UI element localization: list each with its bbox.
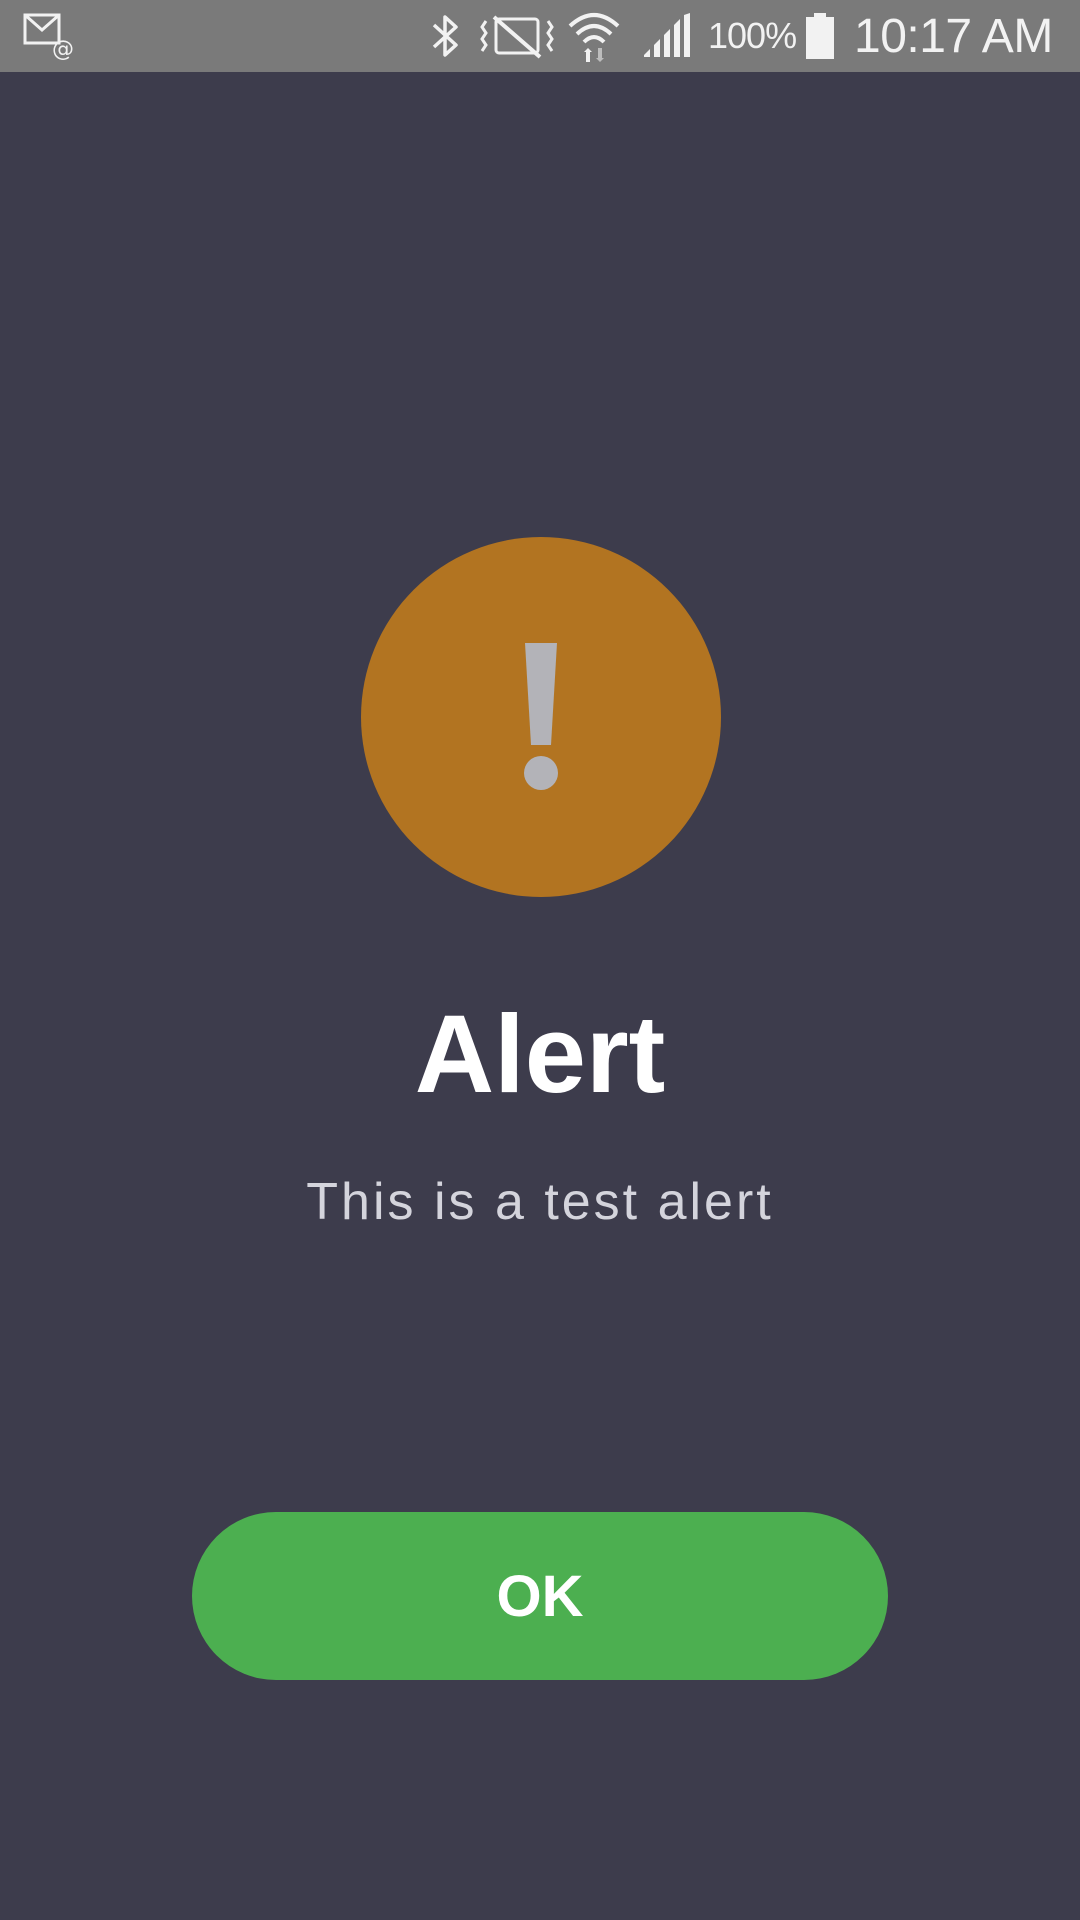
svg-text:@: @ — [52, 37, 74, 60]
wifi-icon — [566, 0, 622, 72]
signal-icon — [640, 0, 692, 72]
alert-message: This is a test alert — [306, 1173, 774, 1231]
status-time: 10:17 AM — [854, 9, 1053, 63]
vibrate-icon — [480, 0, 554, 72]
exclamation-icon — [524, 643, 558, 790]
status-bar: @ 100% 10:17 AM — [0, 0, 1080, 72]
alert-title: Alert — [414, 993, 666, 1116]
alert-icon-circle — [361, 537, 721, 897]
email-notification-icon: @ — [22, 0, 74, 72]
bluetooth-icon — [426, 0, 466, 72]
ok-button[interactable]: OK — [192, 1512, 888, 1680]
battery-icon — [804, 0, 836, 72]
battery-percent: 100% — [708, 15, 797, 56]
